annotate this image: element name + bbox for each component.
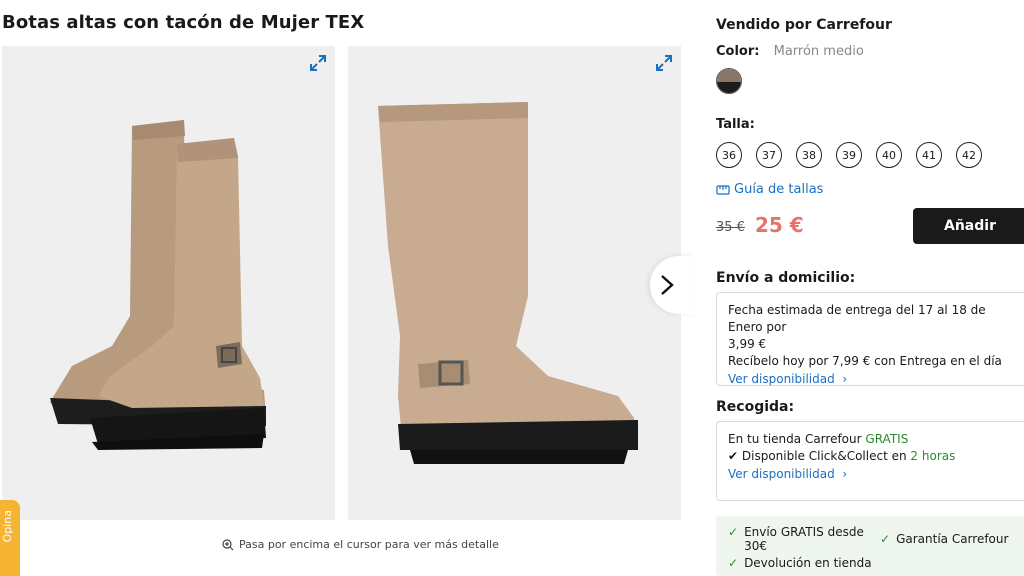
delivery-line2: 3,99 € [728, 337, 767, 351]
feedback-tab-label: Opina [1, 510, 14, 543]
seller-label: Vendido por Carrefour [716, 17, 892, 33]
swatch-bottom [717, 82, 741, 93]
color-value: Marrón medio [773, 44, 864, 59]
color-label: Color: [716, 44, 760, 59]
size-guide-link[interactable]: Guía de tallas [716, 182, 823, 197]
pickup-free-badge: GRATIS [865, 432, 909, 446]
size-label: Talla: [716, 117, 755, 132]
benefit-warranty-text: Garantía Carrefour [896, 532, 1009, 546]
zoom-hint: Pasa por encima el cursor para ver más d… [222, 538, 499, 551]
delivery-box: Fecha estimada de entrega del 17 al 18 d… [716, 292, 1024, 386]
current-price: 25 € [755, 213, 804, 237]
delivery-title: Envío a domicilio: [716, 270, 856, 286]
delivery-line1: Fecha estimada de entrega del 17 al 18 d… [728, 303, 986, 334]
expand-icon[interactable] [309, 54, 327, 72]
check-icon: ✓ [728, 556, 739, 570]
benefit-shipping: ✓ Envío GRATIS desde 30€ [728, 525, 868, 553]
chevron-right-icon: › [838, 467, 848, 481]
size-option[interactable]: 36 [716, 142, 742, 168]
size-option[interactable]: 39 [836, 142, 862, 168]
benefit-returns: ✓ Devolución en tienda [728, 556, 872, 570]
add-to-cart-button[interactable]: Añadir [913, 208, 1024, 244]
size-guide-label: Guía de tallas [734, 182, 824, 197]
expand-icon[interactable] [655, 54, 673, 72]
chevron-right-icon [661, 275, 674, 295]
delivery-availability-link[interactable]: Ver disponibilidad › [728, 371, 847, 388]
pickup-time: 2 horas [910, 449, 956, 463]
check-icon: ✓ [880, 532, 891, 546]
boot-side-illustration [378, 102, 638, 464]
old-price: 35 € [716, 220, 745, 235]
benefit-warranty: ✓ Garantía Carrefour [880, 532, 1008, 546]
boots-pair-illustration [50, 120, 266, 450]
delivery-availability-label: Ver disponibilidad [728, 372, 835, 386]
pickup-line1: En tu tienda Carrefour GRATIS [728, 431, 1024, 448]
size-option[interactable]: 37 [756, 142, 782, 168]
chevron-right-icon: › [838, 372, 848, 386]
pickup-line1-text: En tu tienda Carrefour [728, 432, 862, 446]
check-icon: ✔ [728, 449, 739, 463]
zoom-icon [222, 538, 234, 550]
product-title: Botas altas con tacón de Mujer TEX [2, 12, 365, 33]
benefit-returns-text: Devolución en tienda [744, 556, 872, 570]
benefits-box: ✓ Envío GRATIS desde 30€ ✓ Garantía Carr… [716, 516, 1024, 576]
size-option[interactable]: 42 [956, 142, 982, 168]
size-option[interactable]: 40 [876, 142, 902, 168]
pickup-availability-link[interactable]: Ver disponibilidad › [728, 466, 847, 483]
check-icon: ✓ [728, 525, 739, 539]
product-image-1[interactable] [2, 46, 335, 520]
feedback-tab[interactable]: Opina [0, 500, 20, 576]
pickup-box: En tu tienda Carrefour GRATIS ✔ Disponib… [716, 421, 1024, 501]
product-image-2[interactable] [348, 46, 681, 520]
delivery-line3: Recíbelo hoy por 7,99 € con Entrega en e… [728, 354, 1002, 368]
pickup-availability-label: Ver disponibilidad [728, 467, 835, 481]
pickup-title: Recogida: [716, 399, 795, 415]
pickup-line2: ✔ Disponible Click&Collect en 2 horas [728, 448, 1024, 465]
ruler-icon [716, 184, 730, 195]
size-option[interactable]: 41 [916, 142, 942, 168]
swatch-top [717, 69, 741, 83]
color-row: Color: Marrón medio [716, 44, 864, 59]
zoom-hint-text: Pasa por encima el cursor para ver más d… [239, 538, 499, 551]
benefit-shipping-text: Envío GRATIS desde 30€ [744, 525, 864, 553]
pickup-line2-text: Disponible Click&Collect en [741, 449, 907, 463]
size-option[interactable]: 38 [796, 142, 822, 168]
size-options: 36 37 38 39 40 41 42 [716, 142, 982, 168]
color-swatch[interactable] [716, 68, 742, 94]
